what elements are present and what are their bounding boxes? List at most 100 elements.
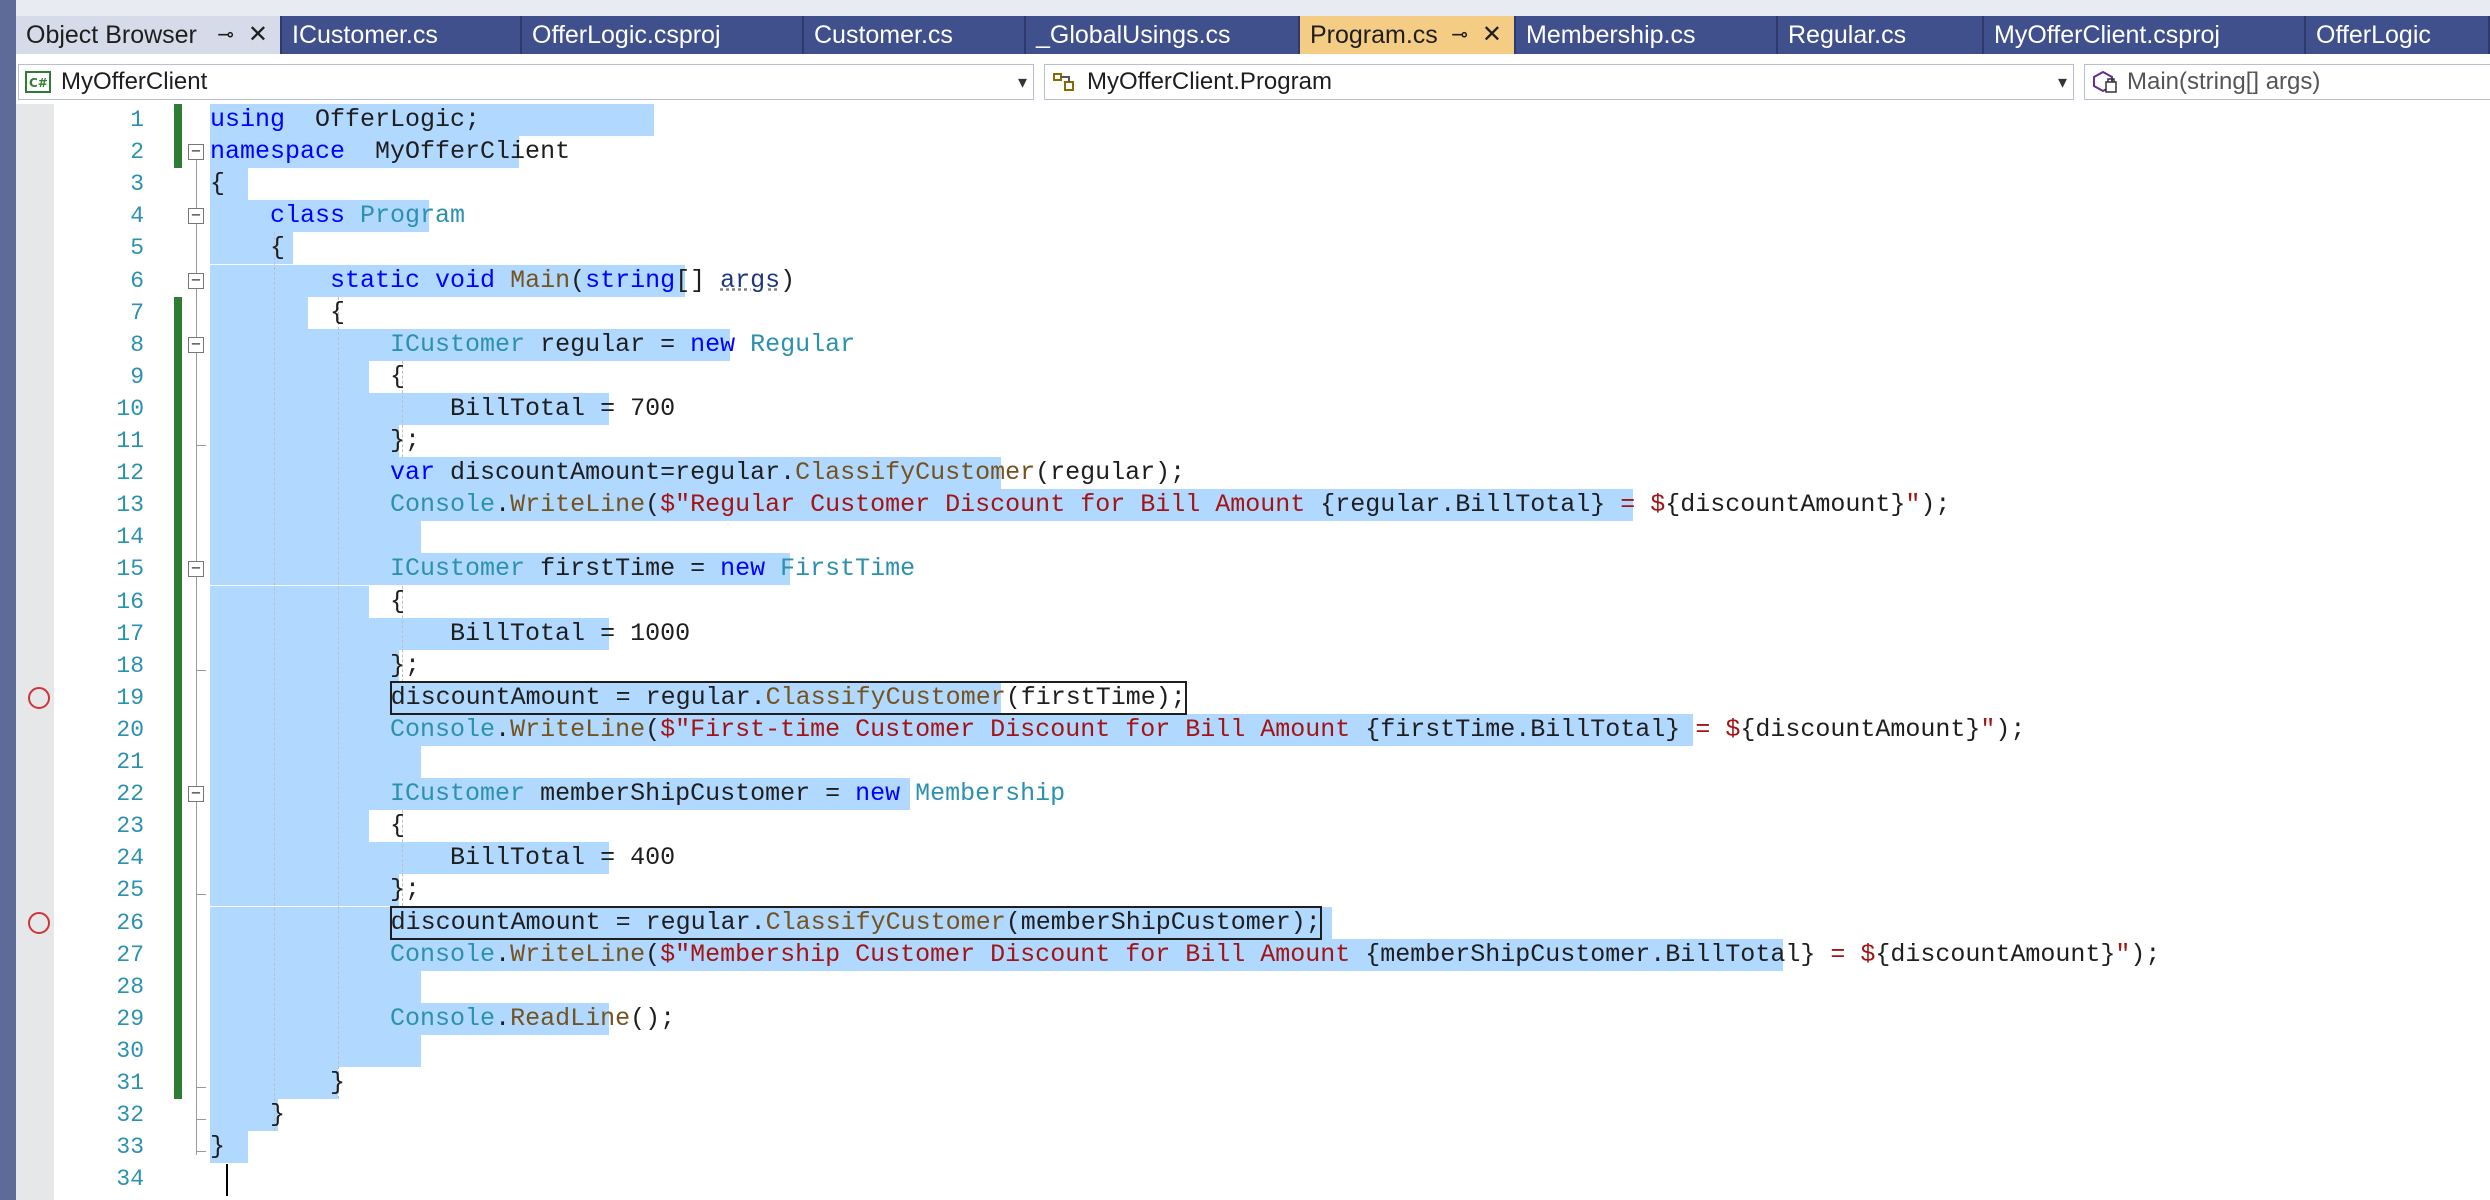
code-line[interactable]: }; — [210, 425, 420, 457]
line-number: 3 — [130, 171, 144, 198]
tab-membership-cs[interactable]: Membership.cs — [1516, 16, 1778, 54]
pin-icon[interactable]: ⊸ — [1451, 16, 1468, 54]
pin-icon[interactable]: ⊸ — [217, 16, 234, 54]
code-line[interactable]: ICustomer memberShipCustomer = new Membe… — [210, 778, 1065, 810]
close-icon[interactable]: ✕ — [1482, 16, 1502, 54]
code-line[interactable]: ICustomer firstTime = new FirstTime — [210, 553, 915, 585]
breakpoint-icon[interactable] — [28, 686, 50, 709]
line-number: 13 — [116, 492, 144, 519]
line-number: 8 — [130, 331, 144, 358]
selection-highlight — [210, 1034, 421, 1067]
code-line[interactable]: } — [210, 1099, 285, 1131]
tab-program-cs[interactable]: Program.cs ⊸ ✕ — [1300, 16, 1516, 54]
code-line[interactable]: var discountAmount=regular.ClassifyCusto… — [210, 457, 1185, 489]
code-line[interactable]: discountAmount = regular.ClassifyCustome… — [389, 905, 1322, 940]
code-line[interactable]: }; — [210, 650, 420, 682]
type-dropdown[interactable]: MyOfferClient.Program ▾ — [1044, 64, 2074, 100]
code-line[interactable]: static void Main(string[] args) — [210, 265, 795, 297]
code-token: ICustomer — [390, 554, 526, 584]
tab-label: _GlobalUsings.cs — [1036, 21, 1231, 49]
code-token: = $ — [1680, 714, 1741, 744]
code-line[interactable]: { — [210, 810, 405, 842]
project-dropdown[interactable]: C# MyOfferClient ▾ — [18, 64, 1034, 100]
code-token: discountAmount=regular. — [435, 458, 796, 488]
code-token: {discountAmount} — [1875, 939, 2116, 969]
line-number: 7 — [130, 299, 144, 326]
code-line[interactable]: { — [210, 168, 225, 200]
collapse-icon[interactable]: − — [188, 560, 204, 578]
code-token: regular = — [525, 329, 691, 359]
selection-highlight — [210, 521, 421, 554]
code-token: new — [720, 554, 766, 584]
code-token: ClassifyCustomer — [765, 907, 1006, 937]
code-line[interactable]: } — [210, 1067, 345, 1099]
close-icon[interactable]: ✕ — [248, 16, 268, 54]
collapse-icon[interactable]: − — [188, 143, 204, 161]
code-editor[interactable]: − − − − − − 1 using OfferLogic; 2 namespace MyOff… — [16, 104, 2490, 1200]
tab-offerlogic-csproj[interactable]: OfferLogic.csproj — [522, 16, 804, 54]
collapse-icon[interactable]: − — [188, 785, 204, 803]
outline-end-marker — [196, 1119, 206, 1121]
code-line[interactable]: ICustomer regular = new Regular — [210, 329, 855, 361]
code-token: } — [210, 1068, 346, 1097]
breakpoint-icon[interactable] — [28, 911, 50, 934]
code-token: Membership — [900, 779, 1066, 809]
line-number: 24 — [116, 845, 144, 872]
line-number: 6 — [130, 267, 144, 294]
code-line[interactable]: Console.WriteLine($"Membership Customer … — [210, 939, 2160, 971]
code-line[interactable]: BillTotal = 1000 — [210, 618, 690, 650]
code-token: FirstTime — [765, 554, 916, 584]
tab-icustomer-cs[interactable]: ICustomer.cs — [282, 16, 522, 54]
code-token: new — [855, 779, 901, 809]
class-icon — [1051, 70, 1079, 104]
tab-label: MyOfferClient.csproj — [1994, 21, 2220, 49]
collapse-icon[interactable]: − — [188, 335, 204, 353]
code-line[interactable]: { — [210, 232, 285, 264]
collapse-icon[interactable]: − — [188, 271, 204, 289]
tab-myofferclient-csproj[interactable]: MyOfferClient.csproj — [1984, 16, 2306, 54]
collapse-icon[interactable]: − — [188, 207, 204, 225]
line-number: 16 — [116, 588, 144, 615]
outline-end-marker — [196, 445, 206, 446]
code-line[interactable]: BillTotal = 700 — [210, 393, 675, 425]
code-token: BillTotal = 700 — [210, 393, 676, 423]
method-icon — [2091, 70, 2119, 104]
tab-offerlogic[interactable]: OfferLogic — [2306, 16, 2490, 54]
tab-object-browser[interactable]: Object Browser ⊸ ✕ — [16, 16, 282, 54]
code-line[interactable]: Console.ReadLine(); — [210, 1003, 675, 1035]
code-line[interactable]: using OfferLogic; — [210, 104, 480, 136]
code-line[interactable]: discountAmount = regular.ClassifyCustome… — [389, 680, 1187, 715]
tab-label: Program.cs — [1310, 21, 1438, 49]
code-token: $"Membership Customer Discount for Bill … — [660, 939, 1366, 969]
tab-customer-cs[interactable]: Customer.cs — [804, 16, 1026, 54]
code-line[interactable]: namespace MyOfferClient — [210, 136, 570, 168]
code-token: WriteLine — [510, 939, 646, 969]
code-line[interactable]: { — [210, 361, 405, 393]
member-dropdown[interactable]: Main(string[] args) — [2084, 64, 2490, 100]
code-token: (memberShipCustomer); — [1005, 907, 1321, 937]
line-number: 20 — [116, 716, 144, 743]
code-token: }; — [210, 875, 421, 905]
code-token: {memberShipCustomer.BillTotal} — [1365, 939, 1816, 969]
code-line[interactable]: } — [210, 1131, 225, 1163]
code-token: Console — [390, 1003, 496, 1033]
code-line[interactable]: BillTotal = 400 — [210, 842, 675, 874]
code-token: { — [210, 233, 286, 263]
code-line[interactable]: { — [210, 297, 345, 329]
code-line[interactable]: Console.WriteLine($"Regular Customer Dis… — [210, 489, 1950, 521]
code-line[interactable]: }; — [210, 874, 420, 906]
code-line[interactable]: { — [210, 586, 405, 618]
code-token: OfferLogic; — [285, 105, 481, 134]
code-line[interactable]: class Program — [210, 200, 465, 232]
code-line[interactable]: Console.WriteLine($"First-time Customer … — [210, 714, 2025, 746]
code-token: Regular — [735, 329, 856, 359]
code-token: Main — [495, 265, 571, 295]
breakpoint-margin[interactable] — [16, 104, 54, 1200]
type-dropdown-label: MyOfferClient.Program — [1087, 68, 1332, 95]
tab-globalusings-cs[interactable]: _GlobalUsings.cs — [1026, 16, 1300, 54]
tab-regular-cs[interactable]: Regular.cs — [1778, 16, 1984, 54]
